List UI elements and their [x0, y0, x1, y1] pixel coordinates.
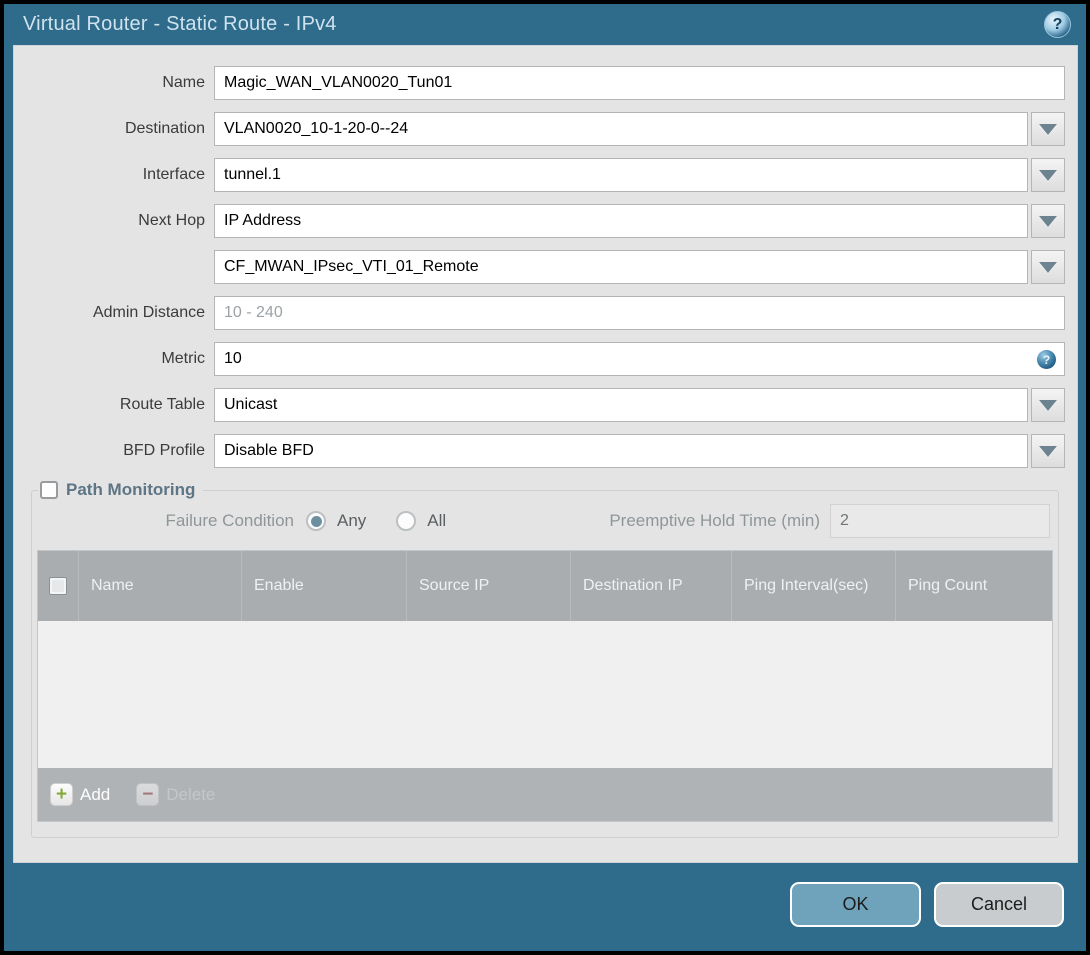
destination-input[interactable] [214, 112, 1028, 146]
help-icon[interactable]: ? [1044, 11, 1071, 38]
next-hop-address-input[interactable] [214, 250, 1028, 284]
metric-info-icon[interactable]: ? [1037, 350, 1056, 369]
next-hop-address-row [14, 250, 1065, 284]
bfd-profile-label: BFD Profile [123, 442, 205, 459]
chevron-down-icon [1039, 445, 1057, 457]
admin-distance-input[interactable] [214, 296, 1065, 330]
path-monitoring-title: Path Monitoring [66, 480, 196, 499]
dialog-content: Name Destination Interface [13, 45, 1078, 863]
next-hop-type-input[interactable] [214, 204, 1028, 238]
cancel-button[interactable]: Cancel [934, 881, 1064, 927]
radio-all-label: All [427, 511, 447, 530]
column-header-destination-ip[interactable]: Destination IP [570, 551, 731, 621]
chevron-down-icon [1039, 215, 1057, 227]
next-hop-row: Next Hop [14, 204, 1065, 238]
radio-any-label: Any [337, 511, 367, 530]
route-table-row: Route Table [14, 388, 1065, 422]
add-icon: + [50, 783, 73, 806]
dialog-title: Virtual Router - Static Route - IPv4 [23, 13, 337, 35]
name-label: Name [162, 74, 205, 91]
preemptive-hold-time-label: Preemptive Hold Time (min) [609, 511, 820, 530]
failure-condition-any-radio[interactable]: Any [306, 511, 366, 531]
radio-selected-icon [306, 511, 326, 531]
bfd-profile-input[interactable] [214, 434, 1028, 468]
interface-input[interactable] [214, 158, 1028, 192]
delete-icon: − [136, 783, 160, 806]
select-all-checkbox[interactable] [49, 577, 67, 595]
admin-distance-row: Admin Distance [14, 296, 1065, 330]
failure-condition-all-radio[interactable]: All [396, 511, 446, 531]
table-body-empty [38, 621, 1052, 768]
add-button-label: Add [80, 784, 111, 804]
column-header-name[interactable]: Name [78, 551, 241, 621]
interface-row: Interface [14, 158, 1065, 192]
failure-condition-row: Failure Condition Any All Preemptive Hol… [36, 500, 1054, 550]
metric-info-glyph: ? [1042, 352, 1051, 367]
static-route-dialog: Virtual Router - Static Route - IPv4 ? N… [0, 0, 1090, 955]
table-header: Name Enable Source IP Destination IP Pin… [38, 551, 1052, 621]
column-header-source-ip[interactable]: Source IP [406, 551, 570, 621]
table-toolbar: + Add − Delete [38, 768, 1052, 821]
bfd-profile-dropdown-button[interactable] [1031, 434, 1065, 468]
path-monitoring-checkbox[interactable] [40, 481, 58, 499]
preemptive-hold-time-input[interactable] [830, 504, 1050, 538]
table-header-checkbox-cell [38, 551, 78, 621]
chevron-down-icon [1039, 123, 1057, 135]
help-icon-glyph: ? [1052, 15, 1063, 33]
add-button[interactable]: + Add [50, 783, 110, 806]
failure-condition-label: Failure Condition [165, 511, 294, 530]
route-table-label: Route Table [119, 396, 205, 413]
path-monitoring-section: Path Monitoring Failure Condition Any Al… [31, 480, 1059, 838]
interface-label: Interface [142, 166, 205, 183]
name-input[interactable] [214, 66, 1065, 100]
interface-dropdown-button[interactable] [1031, 158, 1065, 192]
radio-unselected-icon [396, 511, 417, 531]
metric-label: Metric [161, 350, 205, 367]
metric-row: Metric ? [14, 342, 1065, 376]
route-table-input[interactable] [214, 388, 1028, 422]
column-header-ping-count[interactable]: Ping Count [895, 551, 1052, 621]
titlebar: Virtual Router - Static Route - IPv4 ? [4, 4, 1086, 45]
admin-distance-label: Admin Distance [92, 304, 205, 321]
destination-row: Destination [14, 112, 1065, 146]
bfd-profile-row: BFD Profile [14, 434, 1065, 468]
dialog-footer: OK Cancel [4, 863, 1086, 951]
ok-button[interactable]: OK [790, 881, 921, 927]
name-row: Name [14, 66, 1065, 100]
destination-label: Destination [124, 120, 205, 137]
delete-button[interactable]: − Delete [136, 783, 215, 806]
chevron-down-icon [1039, 399, 1057, 411]
route-table-dropdown-button[interactable] [1031, 388, 1065, 422]
chevron-down-icon [1039, 261, 1057, 273]
chevron-down-icon [1039, 169, 1057, 181]
next-hop-address-dropdown-button[interactable] [1031, 250, 1065, 284]
column-header-enable[interactable]: Enable [241, 551, 406, 621]
path-monitoring-legend: Path Monitoring [38, 480, 203, 500]
delete-button-label: Delete [166, 784, 216, 804]
column-header-ping-interval[interactable]: Ping Interval(sec) [731, 551, 895, 621]
metric-input[interactable] [214, 342, 1065, 376]
next-hop-label: Next Hop [138, 212, 205, 229]
destination-dropdown-button[interactable] [1031, 112, 1065, 146]
path-monitoring-table: Name Enable Source IP Destination IP Pin… [37, 550, 1053, 822]
next-hop-dropdown-button[interactable] [1031, 204, 1065, 238]
